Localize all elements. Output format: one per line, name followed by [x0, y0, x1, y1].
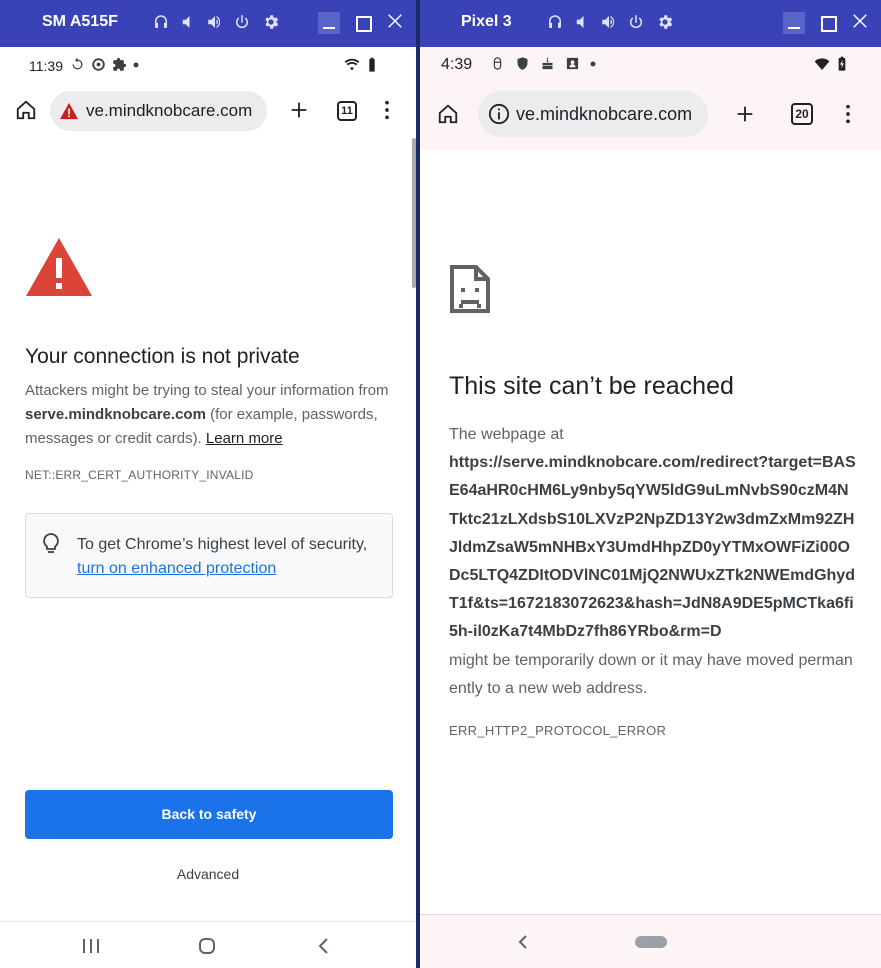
notification-dot-icon — [133, 62, 139, 67]
battery-icon — [369, 57, 375, 72]
address-text: ve.mindknobcare.com — [516, 103, 693, 124]
site-info-icon[interactable] — [488, 103, 510, 125]
advanced-button[interactable]: Advanced — [0, 866, 416, 882]
domain-name: serve.mindknobcare.com — [25, 406, 206, 423]
power-icon[interactable] — [627, 13, 645, 31]
settings-gear-icon[interactable] — [656, 13, 674, 31]
status-time: 4:39 — [441, 56, 473, 73]
device-name: Pixel 3 — [461, 13, 512, 30]
left-device-window: SM A515F 11:39 ve.mindknobcare.com 11 Yo… — [0, 0, 416, 968]
intro-text: The webpage at — [449, 426, 564, 443]
left-status-bar: 11:39 — [0, 54, 416, 80]
close-button[interactable] — [851, 12, 873, 34]
home-icon[interactable] — [437, 103, 459, 130]
volume-down-icon[interactable] — [573, 13, 591, 31]
lightbulb-icon — [43, 533, 59, 553]
wifi-signal-icon — [344, 58, 360, 71]
security-tip-box: To get Chrome’s highest level of securit… — [25, 513, 393, 598]
home-nav-icon[interactable] — [198, 937, 216, 960]
volume-down-icon[interactable] — [179, 13, 197, 31]
status-time: 11:39 — [29, 58, 63, 74]
page-title: This site can’t be reached — [449, 372, 734, 400]
enhanced-protection-link[interactable]: turn on enhanced protection — [77, 557, 367, 581]
minimize-button[interactable] — [318, 12, 340, 34]
right-titlebar: Pixel 3 — [420, 0, 881, 47]
error-description: The webpage at https://serve.mindknobcare… — [449, 421, 857, 703]
volume-up-icon[interactable] — [600, 13, 618, 31]
warning-triangle-icon — [25, 237, 93, 302]
headphones-icon[interactable] — [546, 13, 564, 31]
error-code: ERR_HTTP2_PROTOCOL_ERROR — [449, 723, 667, 738]
more-options-icon[interactable] — [376, 99, 398, 126]
back-nav-icon[interactable] — [517, 934, 529, 955]
right-device-window: Pixel 3 4:39 ve.mindknobcare.com 20 This… — [420, 0, 881, 968]
notification-dot-icon — [590, 61, 596, 66]
extension-icon — [113, 57, 127, 71]
target-icon — [92, 58, 105, 71]
left-nav-bar — [0, 921, 416, 968]
sync-icon — [72, 57, 83, 70]
not-secure-warning-icon[interactable] — [59, 102, 79, 120]
headphones-icon[interactable] — [152, 13, 170, 31]
tab-switcher-button[interactable]: 11 — [337, 101, 357, 121]
home-icon[interactable] — [15, 99, 37, 126]
left-browser-toolbar: ve.mindknobcare.com 11 — [0, 82, 416, 138]
tab-switcher-button[interactable]: 20 — [791, 103, 813, 125]
recent-apps-icon[interactable] — [82, 938, 100, 959]
more-options-icon[interactable] — [837, 103, 859, 130]
right-status-bar: 4:39 — [420, 53, 881, 79]
learn-more-link[interactable]: Learn more — [206, 430, 283, 447]
tip-text: To get Chrome’s highest level of securit… — [77, 536, 368, 553]
back-nav-icon[interactable] — [316, 937, 330, 960]
right-nav-bar — [420, 914, 881, 968]
maximize-button[interactable] — [817, 12, 839, 34]
account-box-icon — [566, 57, 579, 70]
maximize-button[interactable] — [352, 12, 374, 34]
error-code: NET::ERR_CERT_AUTHORITY_INVALID — [25, 468, 254, 482]
address-text: ve.mindknobcare.com — [86, 101, 253, 120]
volume-up-icon[interactable] — [206, 13, 224, 31]
warning-description: Attackers might be trying to steal your … — [25, 382, 389, 447]
minimize-button[interactable] — [783, 12, 805, 34]
new-tab-icon[interactable] — [734, 103, 756, 130]
address-bar[interactable]: ve.mindknobcare.com — [50, 91, 267, 131]
back-to-safety-button[interactable]: Back to safety — [25, 790, 393, 839]
battery-charging-icon — [838, 56, 846, 71]
device-name: SM A515F — [42, 13, 118, 30]
home-pill[interactable] — [635, 936, 667, 948]
page-title: Your connection is not private — [25, 345, 300, 368]
wifi-signal-icon — [814, 58, 830, 70]
power-icon[interactable] — [233, 13, 251, 31]
sad-page-icon — [449, 264, 491, 319]
outro-text: might be temporarily down or it may have… — [449, 651, 853, 697]
cake-icon — [542, 57, 553, 70]
close-button[interactable] — [386, 12, 408, 34]
left-titlebar: SM A515F — [0, 0, 416, 47]
right-browser-toolbar: ve.mindknobcare.com 20 — [420, 86, 881, 142]
settings-gear-icon[interactable] — [262, 13, 280, 31]
shield-icon — [517, 57, 528, 70]
mouse-icon — [493, 57, 502, 70]
redirect-url: https://serve.mindknobcare.com/redirect?… — [449, 454, 856, 641]
address-bar[interactable]: ve.mindknobcare.com — [478, 91, 708, 137]
new-tab-icon[interactable] — [288, 99, 310, 126]
